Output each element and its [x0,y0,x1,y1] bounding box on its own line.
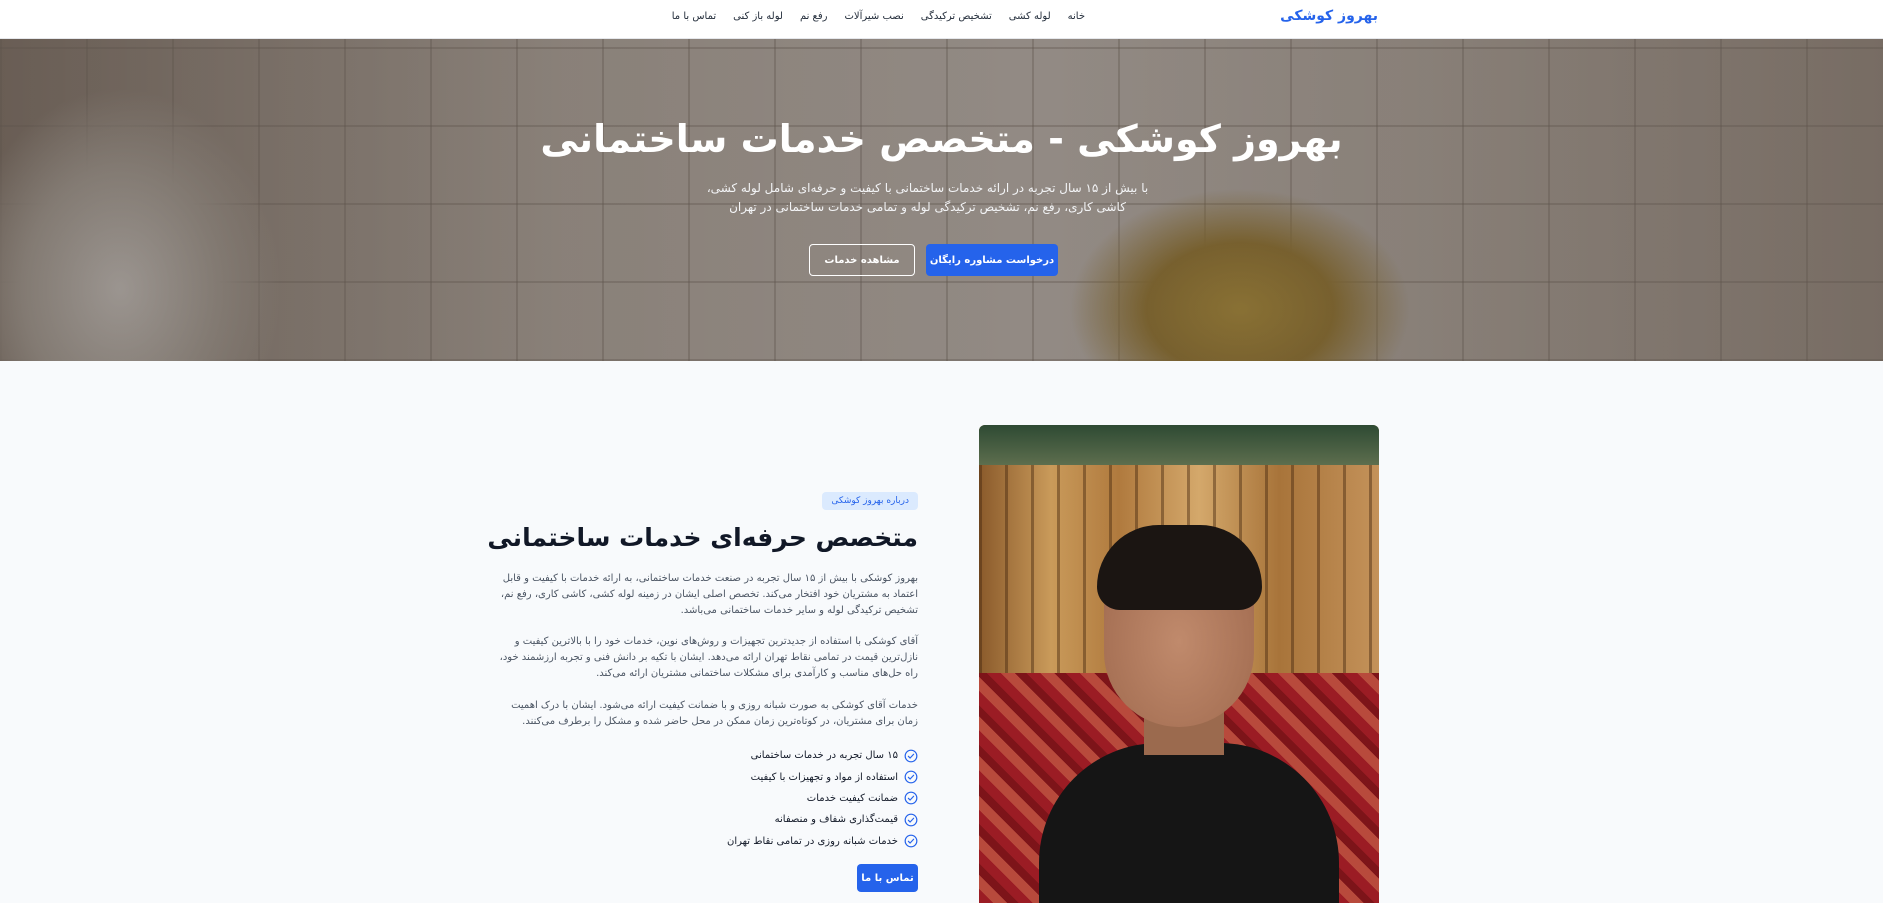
nav-leak-detection[interactable]: تشخیص ترکیدگی [921,11,992,22]
hero-subtitle: با بیش از ۱۵ سال تجربه در ارائه خدمات سا… [706,181,1149,214]
feature-text: ضمانت کیفیت خدمات [806,792,898,804]
feature-item: خدمات شبانه روزی در تمامی نقاط تهران [727,831,918,852]
feature-text: استفاده از مواد و تجهیزات با کیفیت [750,771,898,783]
nav-damp-removal[interactable]: رفع نم [800,11,828,22]
about-paragraph-1: بهروز کوشکی با بیش از ۱۵ سال تجربه در صن… [500,573,918,616]
nav-drain-unclogging[interactable]: لوله باز کنی [733,11,783,22]
about-title: متخصص حرفه‌ای خدمات ساختمانی [487,523,918,552]
nav-contact[interactable]: تماس با ما [672,11,716,22]
view-services-button[interactable]: مشاهده خدمات [809,244,915,276]
brand-logo[interactable]: بهروز کوشکی [1280,8,1378,24]
hero-title: بهروز کوشکی - متخصص خدمات ساختمانی [540,117,1343,161]
navbar: بهروز کوشکی خانه لوله کشی تشخیص ترکیدگی … [0,0,1883,39]
check-circle-icon [904,770,918,784]
feature-item: قیمت‌گذاری شفاف و منصفانه [727,809,918,830]
feature-text: قیمت‌گذاری شفاف و منصفانه [774,814,898,826]
about-badge: درباره بهروز کوشکی [822,492,918,510]
feature-text: ۱۵ سال تجربه در خدمات ساختمانی [750,750,898,762]
check-circle-icon [904,813,918,827]
check-circle-icon [904,792,918,805]
feature-text: خدمات شبانه روزی در تمامی نقاط تهران [727,835,898,847]
feature-item: ضمانت کیفیت خدمات [727,788,918,809]
contact-button[interactable]: تماس با ما [857,864,918,892]
feature-list: ۱۵ سال تجربه در خدمات ساختمانی استفاده ا… [727,745,918,852]
nav-plumbing[interactable]: لوله کشی [1009,11,1051,22]
check-circle-icon [904,834,918,848]
nav-faucet-installation[interactable]: نصب شیرآلات [845,11,904,22]
hero-section: بهروز کوشکی - متخصص خدمات ساختمانی با بی… [0,39,1883,361]
main-nav: خانه لوله کشی تشخیص ترکیدگی نصب شیرآلات … [672,11,1085,22]
free-consultation-button[interactable]: درخواست مشاوره رایگان [926,244,1058,276]
about-paragraph-2: آقای کوشکی با استفاده از جدیدترین تجهیزا… [499,636,918,679]
check-circle-icon [904,749,918,763]
feature-item: استفاده از مواد و تجهیزات با کیفیت [727,766,918,787]
about-paragraph-3: خدمات آقای کوشکی به صورت شبانه روزی و با… [511,700,918,727]
profile-photo [979,425,1379,903]
feature-item: ۱۵ سال تجربه در خدمات ساختمانی [727,745,918,766]
nav-home[interactable]: خانه [1068,11,1085,22]
